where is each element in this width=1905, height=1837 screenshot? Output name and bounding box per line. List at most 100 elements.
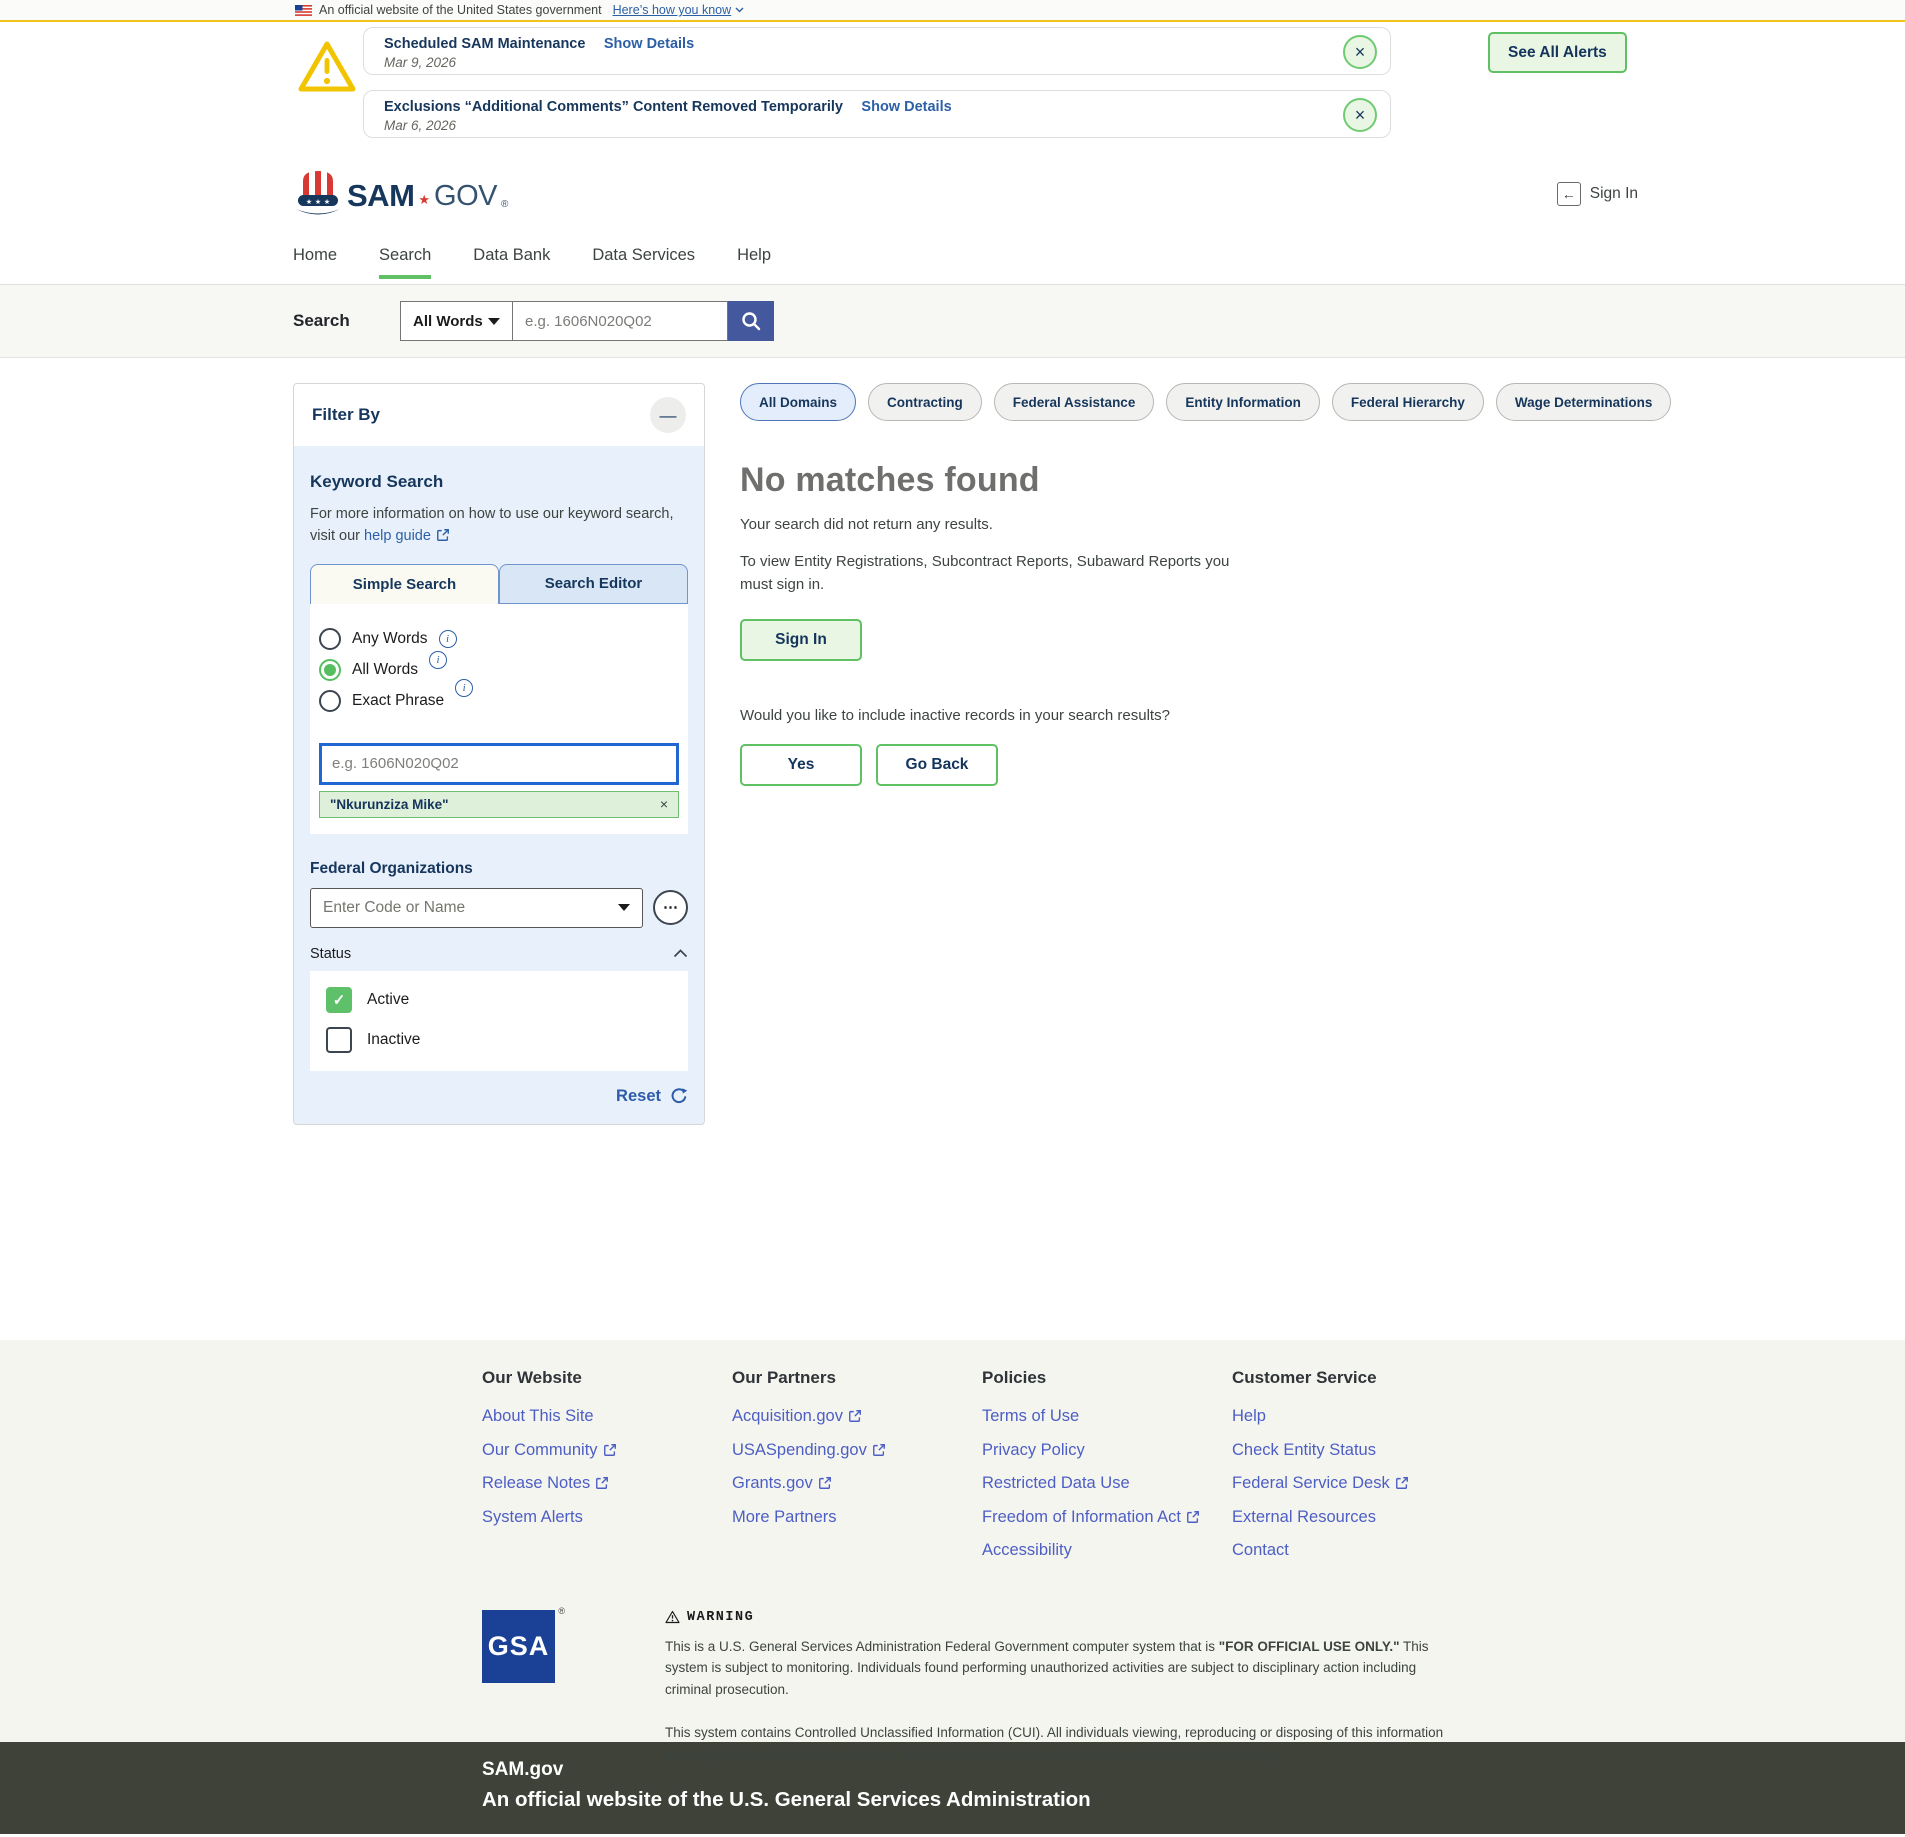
alert-date: Mar 9, 2026 — [384, 55, 1330, 70]
footer-column-our-partners: Our Partners Acquisition.gov USASpending… — [732, 1368, 982, 1576]
no-matches-heading: No matches found — [740, 461, 1590, 500]
federal-organizations-select[interactable]: Enter Code or Name — [310, 888, 643, 928]
keyword-input[interactable] — [319, 743, 679, 785]
nav-item-search[interactable]: Search — [379, 243, 431, 284]
footer-link-release-notes[interactable]: Release Notes — [482, 1475, 732, 1492]
gsa-logo: GSA ® — [482, 1610, 555, 1683]
gsa-registered-mark: ® — [558, 1606, 565, 1616]
footer-column-policies: Policies Terms of Use Privacy Policy Res… — [982, 1368, 1232, 1576]
footer-link-grants-gov[interactable]: Grants.gov — [732, 1475, 982, 1492]
alert-title: Scheduled SAM Maintenance — [384, 36, 585, 52]
footer-link-foia[interactable]: Freedom of Information Act — [982, 1509, 1232, 1526]
radio-exact-phrase[interactable] — [319, 690, 341, 712]
warning-triangle-icon — [296, 38, 358, 96]
footer-heading: Our Partners — [732, 1368, 982, 1388]
close-icon[interactable]: × — [1343, 35, 1377, 69]
checkbox-inactive[interactable] — [326, 1027, 352, 1053]
domain-tab-federal-assistance[interactable]: Federal Assistance — [994, 383, 1155, 421]
caret-down-icon — [618, 904, 630, 911]
footer-link-terms-of-use[interactable]: Terms of Use — [982, 1408, 1232, 1425]
footer-link-system-alerts[interactable]: System Alerts — [482, 1509, 732, 1526]
more-options-button[interactable]: ⋯ — [653, 890, 688, 925]
nav-item-help[interactable]: Help — [737, 243, 771, 284]
footer-link-more-partners[interactable]: More Partners — [732, 1509, 982, 1526]
alert-card: Scheduled SAM Maintenance Show Details M… — [363, 27, 1391, 75]
info-icon[interactable]: i — [429, 651, 447, 669]
show-details-link[interactable]: Show Details — [861, 99, 951, 115]
footer-link-contact[interactable]: Contact — [1232, 1542, 1482, 1559]
radio-all-words[interactable] — [319, 659, 341, 681]
go-back-button[interactable]: Go Back — [876, 744, 998, 786]
domain-tab-contracting[interactable]: Contracting — [868, 383, 982, 421]
yes-button[interactable]: Yes — [740, 744, 862, 786]
help-guide-link[interactable]: help guide — [364, 528, 450, 544]
refresh-icon[interactable] — [670, 1087, 688, 1105]
external-link-icon — [603, 1443, 617, 1457]
sign-in-note: To view Entity Registrations, Subcontrac… — [740, 550, 1245, 597]
tab-search-editor[interactable]: Search Editor — [499, 564, 688, 604]
footer-link-check-entity-status[interactable]: Check Entity Status — [1232, 1442, 1482, 1459]
results-area: All Domains Contracting Federal Assistan… — [740, 383, 1590, 786]
radio-all-words-label: All Words — [352, 661, 418, 679]
collapse-panel-button[interactable]: — — [650, 397, 686, 433]
footer-link-external-resources[interactable]: External Resources — [1232, 1509, 1482, 1526]
domain-tab-federal-hierarchy[interactable]: Federal Hierarchy — [1332, 383, 1484, 421]
heres-how-you-know-link[interactable]: Here’s how you know — [613, 3, 745, 17]
footer-link-help[interactable]: Help — [1232, 1408, 1482, 1425]
show-details-link[interactable]: Show Details — [604, 36, 694, 52]
search-input[interactable] — [513, 301, 728, 341]
gov-banner: An official website of the United States… — [0, 0, 1905, 22]
search-mode-select[interactable]: All Words — [400, 301, 513, 341]
nav-item-home[interactable]: Home — [293, 243, 337, 284]
see-all-alerts-button[interactable]: See All Alerts — [1488, 32, 1627, 73]
checkbox-inactive-label: Inactive — [367, 1031, 420, 1049]
footer-link-restricted-data-use[interactable]: Restricted Data Use — [982, 1475, 1232, 1492]
external-link-icon — [848, 1409, 862, 1423]
info-icon[interactable]: i — [455, 679, 473, 697]
nav-item-data-services[interactable]: Data Services — [592, 243, 695, 284]
status-title: Status — [310, 946, 351, 962]
caret-down-icon — [488, 318, 500, 325]
no-results-message: Your search did not return any results. — [740, 516, 1590, 533]
sam-hat-logo-icon: ★ ★ ★ — [293, 168, 343, 220]
search-button[interactable] — [728, 301, 774, 341]
close-icon[interactable]: × — [1343, 98, 1377, 132]
federal-organizations-title: Federal Organizations — [310, 860, 688, 878]
warning-title: WARNING — [687, 1610, 754, 1625]
footer-link-usaspending-gov[interactable]: USASpending.gov — [732, 1442, 982, 1459]
tab-simple-search[interactable]: Simple Search — [310, 564, 499, 604]
domain-tab-entity-information[interactable]: Entity Information — [1166, 383, 1320, 421]
footer-link-about-this-site[interactable]: About This Site — [482, 1408, 732, 1425]
status-options-box: ✓ Active Inactive — [310, 971, 688, 1071]
sign-in-link[interactable]: ← Sign In — [1557, 182, 1638, 206]
footer-column-our-website: Our Website About This Site Our Communit… — [482, 1368, 732, 1576]
alert-title: Exclusions “Additional Comments” Content… — [384, 99, 843, 115]
footer-link-acquisition-gov[interactable]: Acquisition.gov — [732, 1408, 982, 1425]
radio-any-words[interactable] — [319, 628, 341, 650]
checkbox-active-label: Active — [367, 991, 409, 1009]
external-link-icon — [595, 1476, 609, 1490]
domain-tab-all-domains[interactable]: All Domains — [740, 383, 856, 421]
reset-link[interactable]: Reset — [616, 1087, 661, 1106]
keyword-tag-label: "Nkurunziza Mike" — [330, 797, 449, 812]
alert-card: Exclusions “Additional Comments” Content… — [363, 90, 1391, 138]
checkbox-active[interactable]: ✓ — [326, 987, 352, 1013]
warning-paragraph-2: This system contains Controlled Unclassi… — [665, 1722, 1455, 1765]
domain-tab-wage-determinations[interactable]: Wage Determinations — [1496, 383, 1672, 421]
footer-link-federal-service-desk[interactable]: Federal Service Desk — [1232, 1475, 1482, 1492]
footer-link-privacy-policy[interactable]: Privacy Policy — [982, 1442, 1232, 1459]
warning-small-icon — [665, 1610, 680, 1624]
main-content: Filter By — Keyword Search For more info… — [0, 358, 1905, 1340]
filter-by-title: Filter By — [312, 405, 380, 425]
info-icon[interactable]: i — [439, 630, 457, 648]
footer-link-accessibility[interactable]: Accessibility — [982, 1542, 1232, 1559]
status-section-toggle[interactable]: Status — [310, 946, 688, 962]
nav-item-data-bank[interactable]: Data Bank — [473, 243, 550, 284]
remove-tag-icon[interactable]: × — [660, 796, 668, 812]
sign-in-button[interactable]: Sign In — [740, 619, 862, 661]
sign-in-arrow-icon: ← — [1557, 182, 1581, 206]
simple-search-tab-content: Any Words i All Words i Exact Phrase i "… — [310, 604, 688, 834]
svg-text:★: ★ — [324, 198, 330, 206]
footer-link-our-community[interactable]: Our Community — [482, 1442, 732, 1459]
sam-gov-logo[interactable]: ★ ★ ★ SAM★GOV® — [293, 168, 508, 220]
